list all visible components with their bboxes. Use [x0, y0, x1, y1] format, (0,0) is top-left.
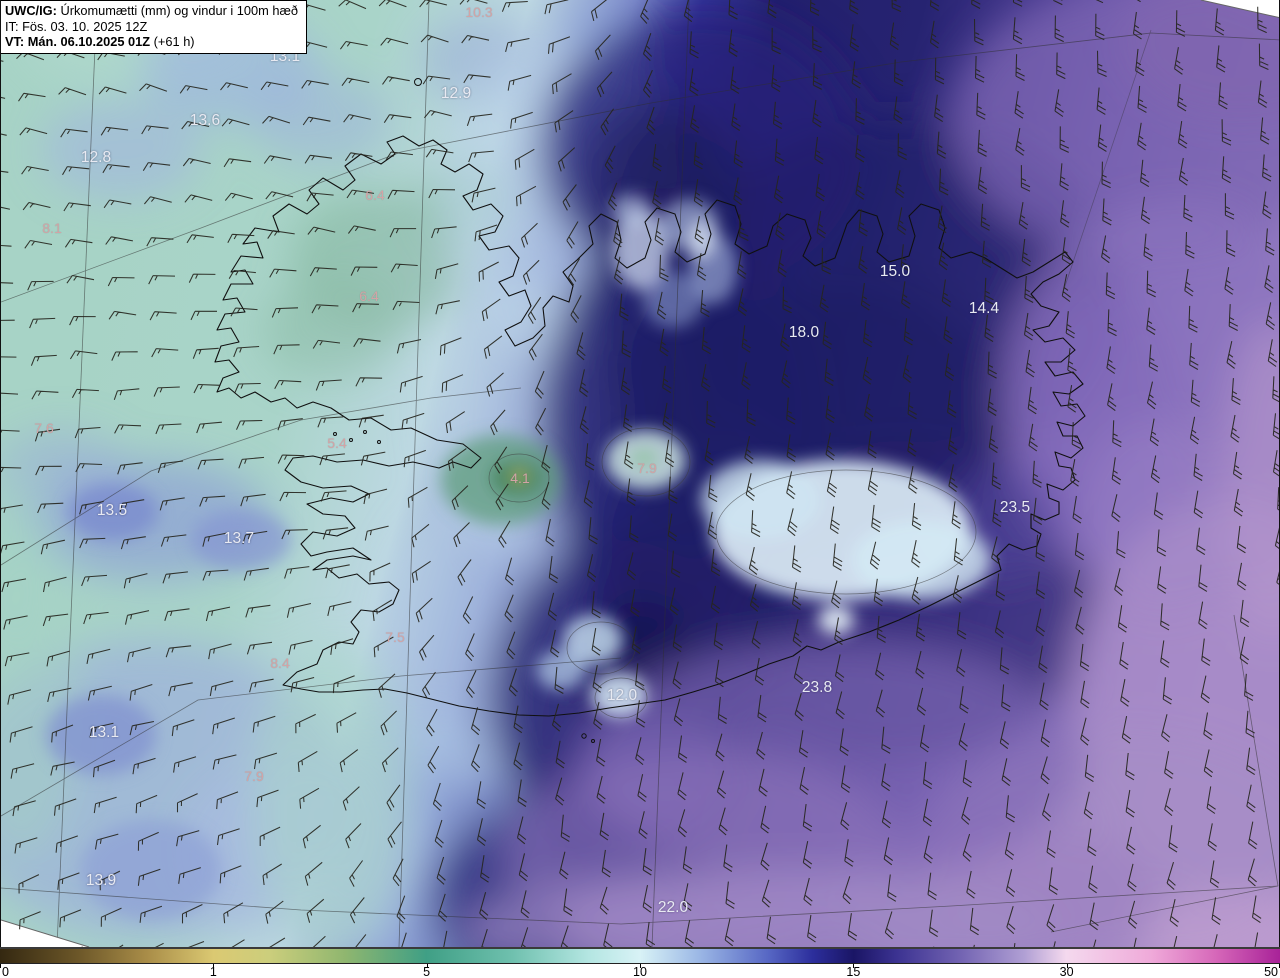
colorbar-tick-label: 10 [633, 965, 647, 978]
product-title-line: UWC/IG: Úrkomumætti (mm) og vindur i 100… [5, 3, 298, 19]
lead-time: (+61 h) [150, 34, 195, 50]
colorbar-tick-label: 1 [209, 965, 217, 978]
weather-forecast-screen: 13.1 12.9 13.6 12.8 15.0 14.4 18.0 13.5 13.7 23.5… [0, 0, 1280, 978]
colorbar-gradient [0, 949, 1280, 964]
valid-time-line: VT: Mán. 06.10.2025 01Z (+61 h) [5, 34, 298, 50]
wind-barbs-layer [1, 0, 1279, 947]
colorbar-ticks: 0 1 5 10 15 30 50 [0, 964, 1280, 978]
forecast-map: 13.1 12.9 13.6 12.8 15.0 14.4 18.0 13.5 13.7 23.5… [0, 0, 1280, 947]
colorbar-tick-label: 0 [2, 965, 9, 978]
colorbar-legend: 0 1 5 10 15 30 50 [0, 947, 1280, 978]
colorbar-tick-mark [0, 964, 1, 968]
colorbar-tick-label: 50 [1264, 965, 1278, 978]
colorbar-tick-label: 5 [423, 965, 431, 978]
map-title-box: UWC/IG: Úrkomumætti (mm) og vindur i 100… [1, 0, 307, 54]
wind-barbs [1, 0, 1279, 947]
init-time-line: IT: Fös. 03. 10. 2025 12Z [5, 18, 148, 34]
colorbar-tick-label: 30 [1059, 965, 1074, 978]
colorbar-tick-label: 15 [846, 965, 861, 978]
product-code: UWC/IG: [5, 3, 57, 18]
product-parameter: Úrkomumætti (mm) og vindur i 100m hæð [56, 3, 298, 18]
valid-time: VT: Mán. 06.10.2025 01Z [5, 34, 151, 50]
